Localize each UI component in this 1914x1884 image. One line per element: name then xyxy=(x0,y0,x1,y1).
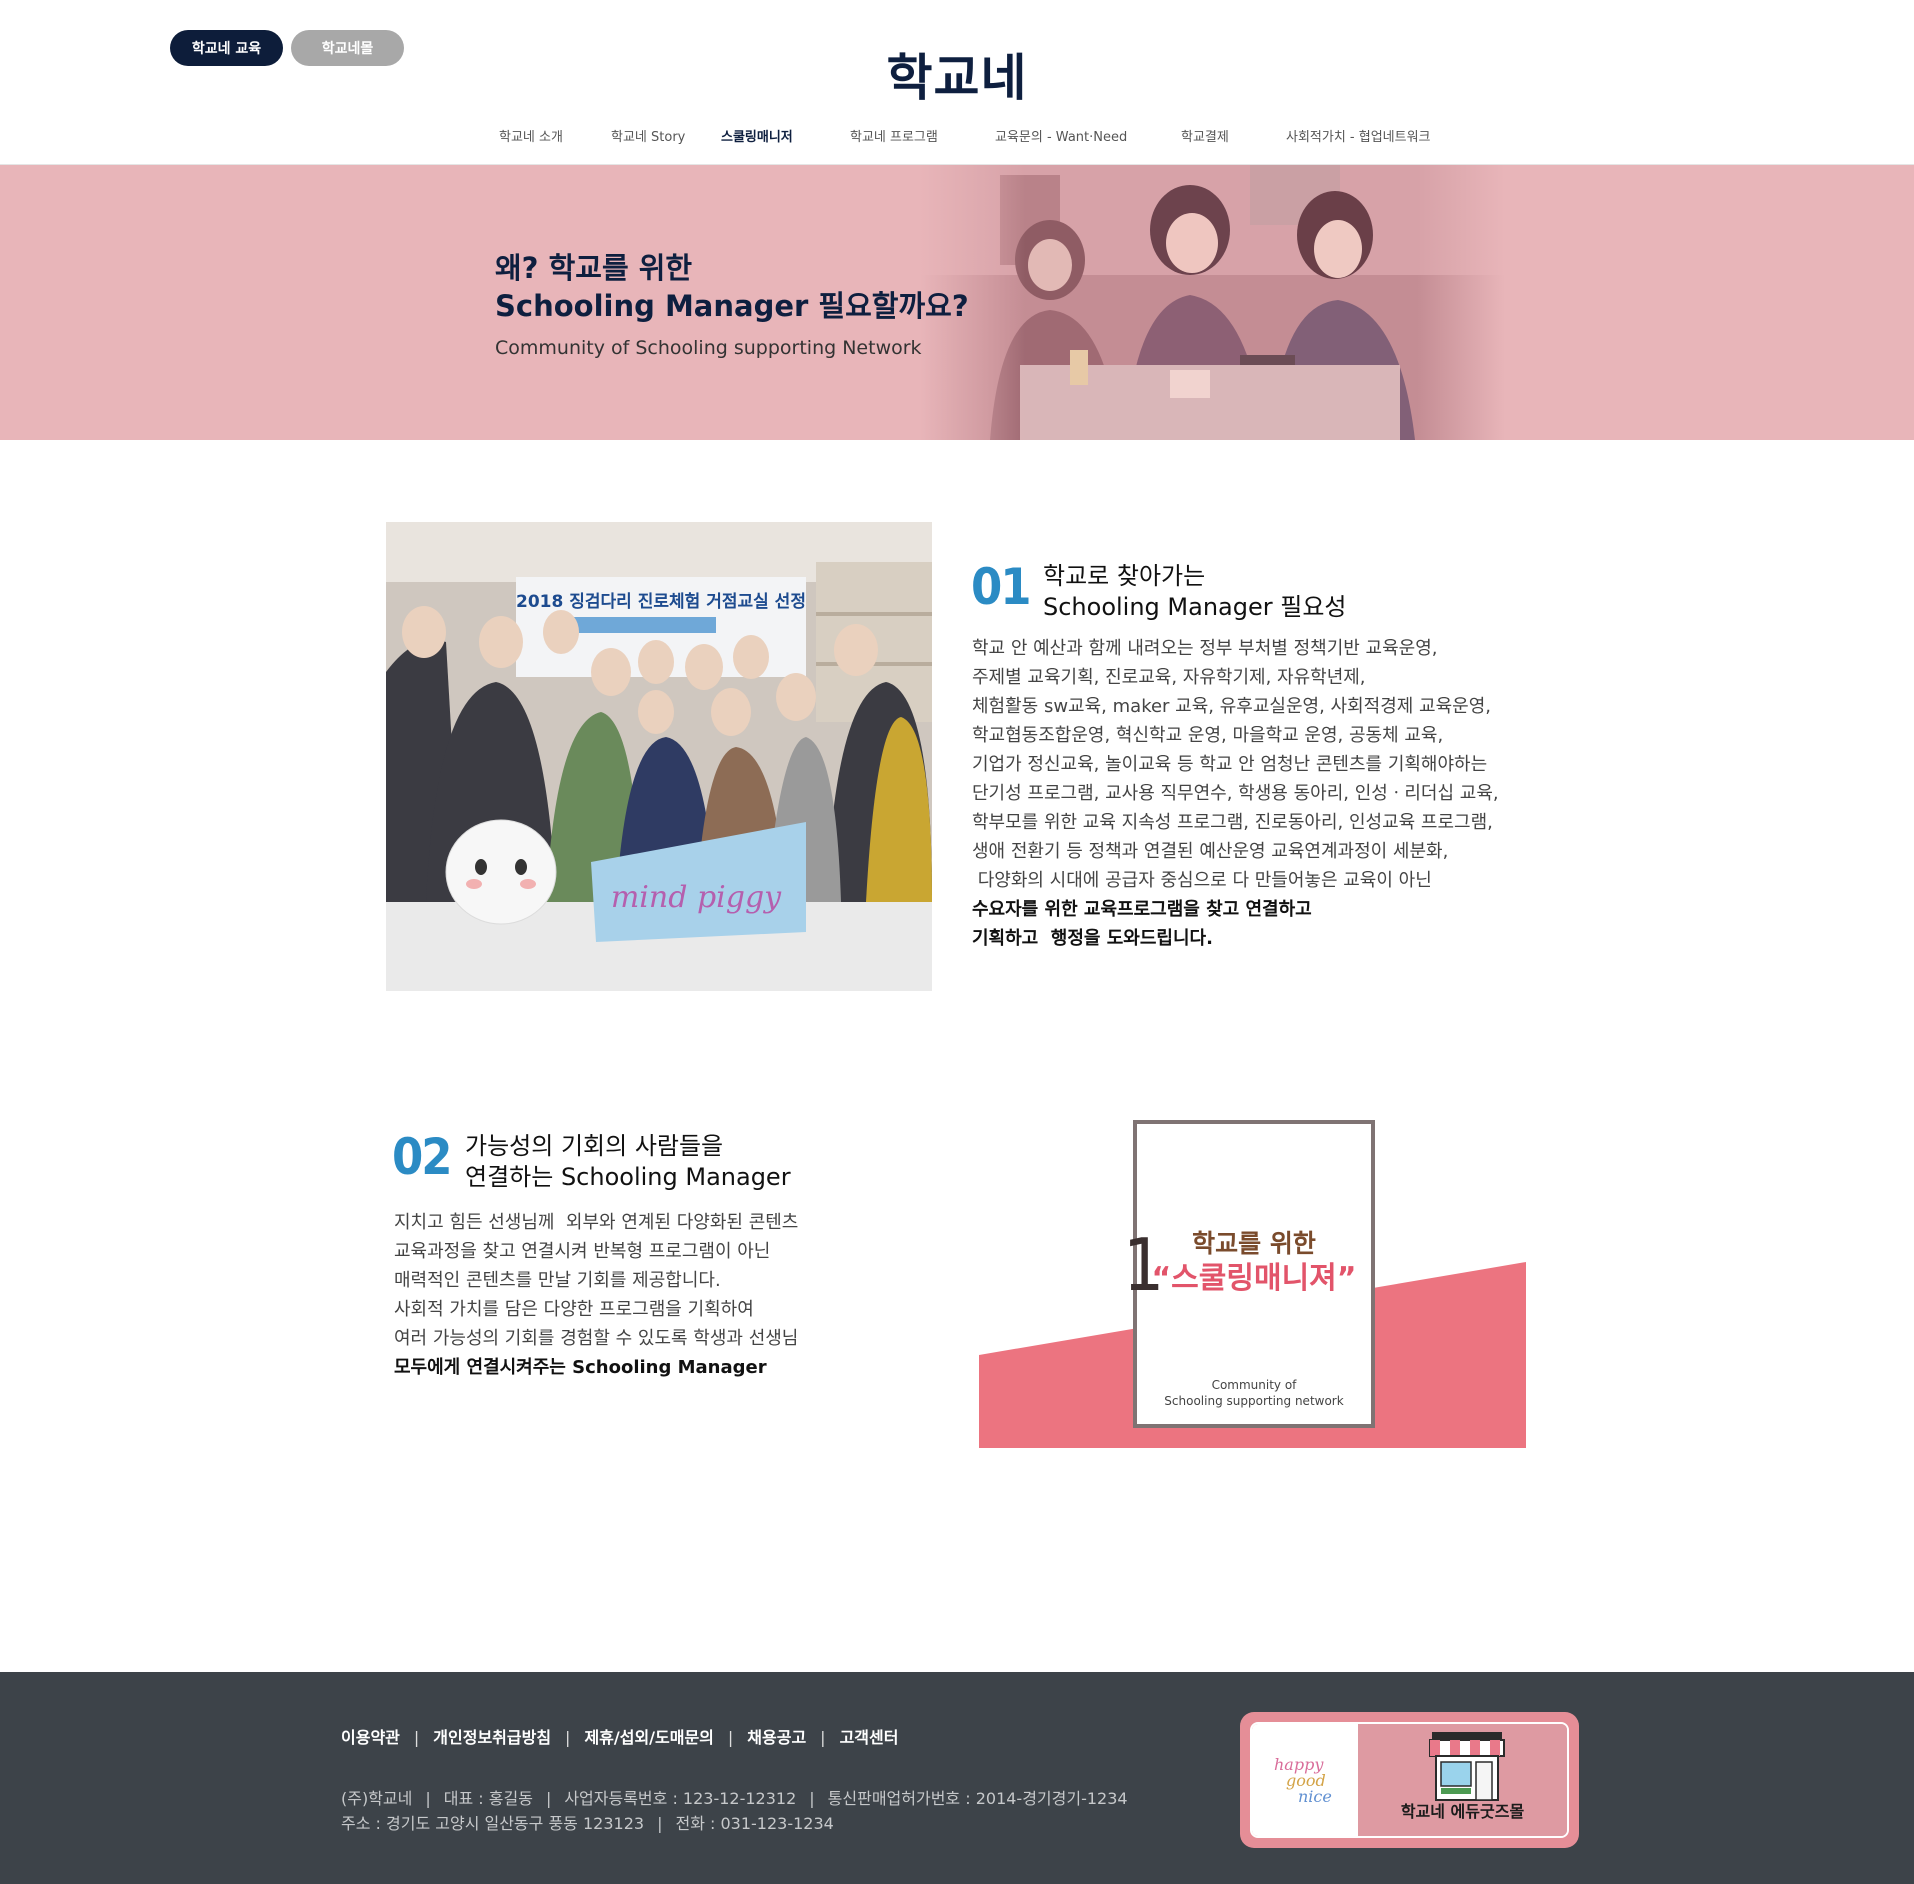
hero-photo xyxy=(920,165,1505,440)
hero-title-line1: 왜? 학교를 위한 xyxy=(495,251,693,285)
section2-body-line: 여러 가능성의 기회를 경험할 수 있도록 학생과 선생님 xyxy=(394,1328,799,1349)
edu-goods-mall-banner-inner: happy good nice 학교네 에듀굿즈몰 xyxy=(1250,1722,1569,1838)
nav-item-schooling-manager[interactable]: 스쿨링매니저 xyxy=(721,126,793,145)
hero-banner: 왜? 학교를 위한 Schooling Manager 필요할까요? Commu… xyxy=(0,165,1914,440)
section1-number: 01 xyxy=(971,558,1032,616)
section1-body: 학교 안 예산과 함께 내려오는 정부 부처별 정책기반 교육운영, 주제별 교… xyxy=(972,634,1499,953)
footer-address: 주소 : 경기도 고양시 일산동구 풍동 123123 xyxy=(341,1814,645,1833)
promo-line2: “스쿨링매니져” xyxy=(1151,1261,1356,1296)
footer-link-terms[interactable]: 이용약관 xyxy=(341,1724,400,1748)
footer-company-name: (주)학교네 xyxy=(341,1789,413,1808)
group-photo: 2018 징검다리 진로체험 거점교실 선정 mind piggy xyxy=(386,522,932,991)
promo-small1: Community of xyxy=(1212,1378,1298,1392)
section2-title-line2: 연결하는 Schooling Manager xyxy=(465,1163,791,1191)
footer-info-separator: | xyxy=(657,1814,663,1833)
section1-body-line: 학교 안 예산과 함께 내려오는 정부 부처별 정책기반 교육운영, xyxy=(972,638,1438,659)
nav-item-payment[interactable]: 학교결제 xyxy=(1181,126,1229,145)
hero-title: 왜? 학교를 위한 Schooling Manager 필요할까요? xyxy=(495,249,969,325)
footer-business-number: 사업자등록번호 : 123-12-12312 xyxy=(564,1789,797,1808)
footer-info-line1: (주)학교네 | 대표 : 홍길동 | 사업자등록번호 : 123-12-12312 | 통… xyxy=(341,1786,1128,1811)
nav-item-story[interactable]: 학교네 Story xyxy=(611,126,685,145)
section1-body-bold-line: 기획하고 행정을 도와드립니다. xyxy=(972,928,1213,949)
section1-title-line2: Schooling Manager 필요성 xyxy=(1043,593,1347,621)
footer-links: 이용약관 | 개인정보취급방침 | 제휴/섭외/도매문의 | 채용공고 | 고객센터 xyxy=(341,1724,898,1748)
section1-body-bold-line: 수요자를 위한 교육프로그램을 찾고 연결하고 xyxy=(972,899,1312,920)
section2-body-line: 매력적인 콘텐츠를 만날 기회를 제공합니다. xyxy=(394,1270,721,1291)
section1-body-line: 학교협동조합운영, 혁신학교 운영, 마을학교 운영, 공동체 교육, xyxy=(972,725,1444,746)
footer-ceo: 대표 : 홍길동 xyxy=(443,1789,533,1808)
nav-item-inquiry[interactable]: 교육문의 - Want·Need xyxy=(995,126,1127,145)
footer-link-separator: | xyxy=(727,1728,734,1747)
storefront-icon xyxy=(1429,1732,1505,1801)
section2-title-line1: 가능성의 기회의 사람들을 xyxy=(465,1132,724,1160)
section2-body-line: 사회적 가치를 담은 다양한 프로그램을 기획하여 xyxy=(394,1299,754,1320)
edu-goods-mall-panel: 학교네 에듀굿즈몰 xyxy=(1358,1724,1567,1836)
section1-title: 학교로 찾아가는 Schooling Manager 필요성 xyxy=(1043,561,1347,623)
section1-body-line: 학부모를 위한 교육 지속성 프로그램, 진로동아리, 인성교육 프로그램, xyxy=(972,812,1493,833)
footer-link-privacy[interactable]: 개인정보취급방침 xyxy=(433,1724,551,1748)
logo-word-nice: nice xyxy=(1298,1787,1332,1806)
section1-body-line: 기업가 정신교육, 놀이교육 등 학교 안 엄청난 콘텐츠를 기획해야하는 xyxy=(972,754,1488,775)
site-logo-title[interactable]: 학교네 xyxy=(0,38,1914,110)
section2-body-line: 지치고 힘든 선생님께 외부와 연계된 다양화된 콘텐츠 xyxy=(394,1212,799,1233)
hero-title-line2: Schooling Manager 필요할까요? xyxy=(495,289,969,323)
nav-item-social-value[interactable]: 사회적가치 - 협업네트워크 xyxy=(1286,126,1431,145)
footer-link-separator: | xyxy=(820,1728,826,1747)
happy-good-nice-logo: happy good nice xyxy=(1252,1724,1358,1836)
schooling-manager-promo-image: 1 학교를 위한 “스쿨링매니져” Community of Schooling… xyxy=(979,1120,1526,1448)
promo-small2: Schooling supporting network xyxy=(1164,1394,1343,1408)
section2-number: 02 xyxy=(392,1128,453,1186)
section2-body-line: 교육과정을 찾고 연결시켜 반복형 프로그램이 아닌 xyxy=(394,1241,771,1262)
section1-body-line: 다양화의 시대에 공급자 중심으로 다 만들어놓은 교육이 아닌 xyxy=(972,870,1432,891)
footer-link-careers[interactable]: 채용공고 xyxy=(747,1724,806,1748)
footer-link-separator: | xyxy=(565,1728,571,1747)
footer-sales-license: 통신판매업허가번호 : 2014-경기경기-1234 xyxy=(827,1789,1128,1808)
section1-body-line: 단기성 프로그램, 교사용 직무연수, 학생용 동아리, 인성ㆍ리더십 교육, xyxy=(972,783,1499,804)
footer-info-separator: | xyxy=(545,1789,552,1808)
section2-body: 지치고 힘든 선생님께 외부와 연계된 다양화된 콘텐츠 교육과정을 찾고 연결… xyxy=(394,1208,798,1382)
footer: 이용약관 | 개인정보취급방침 | 제휴/섭외/도매문의 | 채용공고 | 고객센터 (주)학교… xyxy=(0,1672,1914,1884)
section1-title-line1: 학교로 찾아가는 xyxy=(1043,562,1206,590)
section1-body-line: 생애 전환기 등 정책과 연결된 예산운영 교육연계과정이 세분화, xyxy=(972,841,1449,862)
footer-link-support[interactable]: 고객센터 xyxy=(840,1724,899,1748)
section1-body-line: 체험활동 sw교육, maker 교육, 유후교실운영, 사회적경제 교육운영, xyxy=(972,696,1492,717)
footer-phone: 전화 : 031-123-1234 xyxy=(675,1814,834,1833)
photo-sign-text: mind piggy xyxy=(611,880,782,915)
section2-body-bold-line: 모두에게 연결시켜주는 Schooling Manager xyxy=(394,1357,767,1378)
section2-title: 가능성의 기회의 사람들을 연결하는 Schooling Manager xyxy=(465,1131,791,1193)
section1-body-line: 주제별 교육기획, 진로교육, 자유학기제, 자유학년제, xyxy=(972,667,1366,688)
footer-info-separator: | xyxy=(425,1789,431,1808)
hero-subtitle: Community of Schooling supporting Networ… xyxy=(495,337,922,359)
nav-item-program[interactable]: 학교네 프로그램 xyxy=(850,126,938,145)
footer-company-info: (주)학교네 | 대표 : 홍길동 | 사업자등록번호 : 123-12-12312 | 통… xyxy=(341,1786,1128,1836)
promo-line1: 학교를 위한 xyxy=(1192,1229,1316,1258)
footer-link-separator: | xyxy=(413,1728,420,1747)
footer-info-separator: | xyxy=(809,1789,815,1808)
footer-info-line2: 주소 : 경기도 고양시 일산동구 풍동 123123 | 전화 : 031-123… xyxy=(341,1811,1128,1836)
nav-item-about[interactable]: 학교네 소개 xyxy=(499,126,563,145)
footer-link-partnership[interactable]: 제휴/섭외/도매문의 xyxy=(584,1724,713,1748)
edu-goods-mall-label[interactable]: 학교네 에듀굿즈몰 xyxy=(1358,1798,1567,1822)
photo-banner-text: 2018 징검다리 진로체험 거점교실 선정 xyxy=(516,591,806,612)
main-nav: 학교네 소개 학교네 Story 스쿨링매니저 학교네 프로그램 교육문의 - … xyxy=(0,126,1914,148)
edu-goods-mall-banner[interactable]: happy good nice 학교네 에듀굿즈몰 xyxy=(1240,1712,1579,1848)
